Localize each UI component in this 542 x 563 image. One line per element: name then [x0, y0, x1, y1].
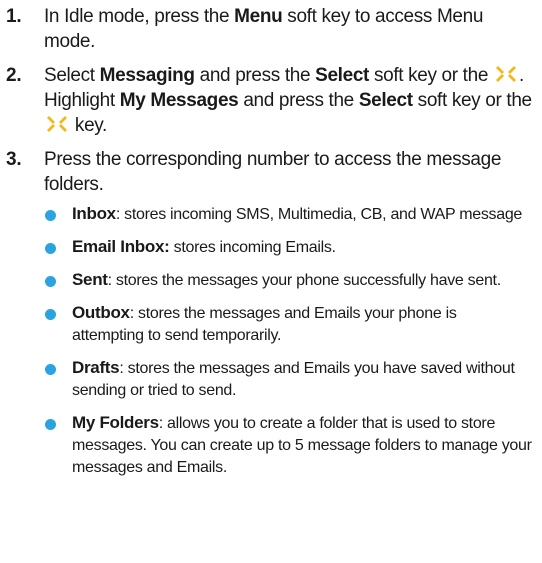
folder-item: Sent: stores the messages your phone suc… — [44, 269, 532, 292]
folder-item: Outbox: stores the messages and Emails y… — [44, 302, 532, 347]
folder-list: Inbox: stores incoming SMS, Multimedia, … — [44, 203, 532, 479]
bullet-dot — [45, 243, 56, 254]
folder-item: Drafts: stores the messages and Emails y… — [44, 357, 532, 402]
step-number: 3. — [6, 149, 22, 170]
step-item: 2. Select Messaging and press the Select … — [6, 63, 532, 138]
step-number: 1. — [6, 6, 22, 27]
navigation-key-icon — [495, 66, 516, 82]
navigation-key-icon — [47, 116, 67, 132]
step-item: 3. Press the corresponding number to acce… — [6, 147, 532, 489]
folder-description: : stores the messages and Emails your ph… — [72, 305, 457, 344]
folder-description: : stores the messages and Emails you hav… — [72, 360, 515, 399]
folder-description: : stores incoming SMS, Multimedia, CB, a… — [115, 206, 523, 223]
step-number: 2. — [6, 65, 22, 86]
bullet-dot — [45, 419, 56, 430]
step-text: Press the corresponding number to access… — [44, 147, 532, 489]
step-text: Select Messaging and press the Select so… — [44, 65, 532, 136]
folder-item: My Folders: allows you to create a folde… — [44, 412, 532, 479]
key-term: Select — [315, 65, 370, 86]
instructions-page: 1. In Idle mode, press the Menu soft key … — [0, 0, 542, 563]
folder-item: Email Inbox: stores incoming Emails. — [44, 236, 532, 259]
folder-name: Inbox — [72, 204, 116, 223]
key-term: My Messages — [119, 90, 239, 111]
step-item: 1. In Idle mode, press the Menu soft key … — [6, 4, 532, 54]
bullet-dot — [45, 309, 56, 320]
folder-name: Sent — [72, 270, 108, 289]
bullet-dot — [45, 364, 56, 375]
step-text: In Idle mode, press the Menu soft key to… — [44, 6, 484, 52]
folder-description: stores incoming Emails. — [169, 239, 336, 256]
bullet-dot — [45, 276, 56, 287]
folder-name: Drafts — [72, 358, 120, 377]
key-term: Menu — [234, 6, 283, 27]
folder-name: Email Inbox: — [72, 237, 170, 256]
folder-name: Outbox — [72, 303, 130, 322]
folder-name: My Folders — [72, 413, 159, 432]
key-term: Select — [358, 90, 413, 111]
bullet-dot — [45, 210, 56, 221]
key-term: Messaging — [99, 65, 195, 86]
folder-description: : stores the messages your phone success… — [107, 272, 502, 289]
step-list: 1. In Idle mode, press the Menu soft key … — [6, 4, 532, 489]
folder-item: Inbox: stores incoming SMS, Multimedia, … — [44, 203, 532, 226]
